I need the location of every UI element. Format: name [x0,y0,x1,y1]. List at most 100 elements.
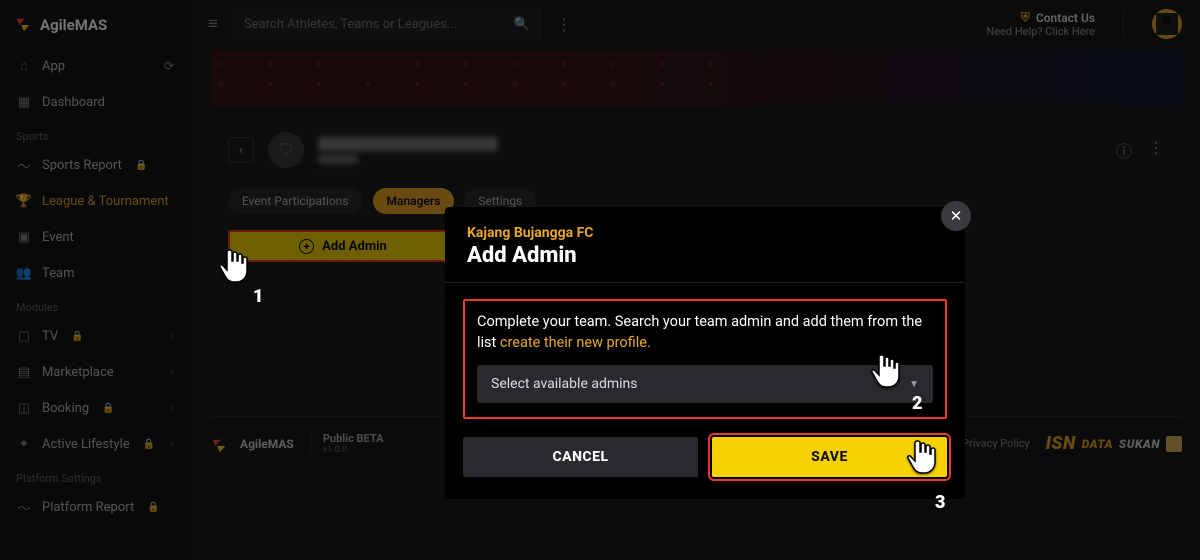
add-admin-button[interactable]: + Add Admin [228,230,458,262]
calendar-icon: ▣ [16,229,32,245]
add-admin-modal: ✕ Kajang Bujangga FC Add Admin Complete … [445,207,965,499]
contact-sub: Need Help? Click Here [986,25,1095,38]
sidebar-item-tv[interactable]: ▢ TV 🔒 › [0,318,190,354]
sidebar-item-active-lifestyle[interactable]: ✦ Active Lifestyle 🔒 › [0,426,190,462]
footer-brand: AgileMAS [240,437,294,451]
modal-title: Add Admin [467,243,943,268]
sidebar-item-booking[interactable]: ◫ Booking 🔒 › [0,390,190,426]
search-input[interactable]: Search Athletes, Teams or Leagues... 🔍 [232,8,542,40]
booking-icon: ◫ [16,400,32,416]
sidebar-item-dashboard[interactable]: ▦ Dashboard [0,84,190,120]
cancel-button[interactable]: CANCEL [463,437,698,477]
chart-icon: 〜 [16,157,32,173]
sidebar-item-label: Platform Report [42,500,134,515]
trophy-icon: 🏆 [16,193,32,209]
team-name-blurred [318,137,498,164]
sidebar-item-label: Event [42,230,74,245]
sidebar-item-league[interactable]: 🏆 League & Tournament [0,183,190,219]
sidebar-item-label: TV [42,329,58,344]
dashboard-icon: ▦ [16,94,32,110]
team-shield-icon: ⛉ [268,132,304,168]
ds-text-b: SUKAN [1119,437,1160,451]
tv-icon: ▢ [16,328,32,344]
sidebar-group-sports: Sports [0,120,190,147]
modal-body-highlight: Complete your team. Search your team adm… [463,299,947,419]
store-icon: ▤ [16,364,32,380]
step-label-2: 2 [912,393,922,414]
lock-icon: 🔒 [102,403,114,414]
lock-icon: 🔒 [143,439,155,450]
add-admin-label: Add Admin [322,239,387,254]
select-placeholder: Select available admins [491,376,638,392]
sidebar-item-platform-report[interactable]: 〜 Platform Report 🔒 [0,489,190,525]
sidebar-item-label: Team [42,266,75,281]
sidebar-item-marketplace[interactable]: ▤ Marketplace › [0,354,190,390]
footer-beta: Public BETA v1.0.0 [310,432,384,455]
modal-actions: CANCEL SAVE [445,419,965,477]
sidebar-group-platform: Platform Settings [0,462,190,489]
sidebar-item-label: App [42,59,65,74]
close-button[interactable]: ✕ [941,201,971,231]
run-icon: ✦ [16,436,32,452]
sidebar-item-team[interactable]: 👥 Team [0,255,190,291]
sidebar-item-app[interactable]: ⌂ App ⟳ [0,48,190,84]
save-button[interactable]: SAVE [712,437,947,477]
search-icon: 🔍 [514,17,530,32]
sidebar-item-label: Booking [42,401,89,416]
create-profile-link[interactable]: create their new profile. [500,334,651,351]
step-label-1: 1 [253,286,263,307]
datasukan-logo: ISN DATA SUKAN [1046,433,1182,454]
divider [1123,10,1124,38]
sidebar-item-label: Sports Report [42,158,122,173]
refresh-icon[interactable]: ⟳ [164,59,174,73]
footer-links: Privacy Policy [962,437,1030,450]
brand-logo-icon [14,16,32,34]
brand-logo-icon [210,437,224,451]
sidebar: AgileMAS ⌂ App ⟳ ▦ Dashboard Sports 〜 Sp… [0,0,190,560]
sidebar-item-event[interactable]: ▣ Event [0,219,190,255]
step-label-3: 3 [935,492,945,513]
card-header: ‹ ⛉ ⓘ ⋮ [228,132,1164,168]
lock-icon: 🔒 [71,331,83,342]
kebab-icon[interactable]: ⋮ [1148,138,1164,162]
modal-team-name: Kajang Bujangga FC [467,225,943,241]
contact-title: Contact Us [1036,11,1095,25]
shield-icon: ⛨ [1021,10,1030,25]
hero-banner [210,50,1182,106]
home-icon: ⌂ [16,58,32,74]
chevron-right-icon: › [171,402,174,415]
kebab-icon[interactable]: ⋮ [556,15,572,34]
beta-label: Public BETA [323,432,384,445]
chevron-right-icon: › [171,330,174,343]
search-placeholder: Search Athletes, Teams or Leagues... [244,17,457,32]
info-icon[interactable]: ⓘ [1116,138,1132,162]
privacy-link[interactable]: Privacy Policy [962,437,1030,450]
sidebar-item-label: Active Lifestyle [42,437,130,452]
lock-icon: 🔒 [135,160,147,171]
isn-text: ISN [1046,433,1076,454]
contact-us[interactable]: ⛨ Contact Us Need Help? Click Here [986,10,1095,38]
team-icon: 👥 [16,265,32,281]
avatar[interactable] [1152,9,1182,39]
report-icon: 〜 [16,499,32,515]
menu-icon[interactable]: ≡ [208,14,218,34]
ds-text-a: DATA [1082,437,1113,451]
admin-select[interactable]: Select available admins ▼ [477,365,933,403]
lock-icon: 🔒 [147,502,159,513]
tab-managers[interactable]: Managers [373,188,455,214]
chevron-right-icon: › [171,366,174,379]
tab-event-participations[interactable]: Event Participations [228,188,363,214]
sidebar-item-sports-report[interactable]: 〜 Sports Report 🔒 [0,147,190,183]
modal-description: Complete your team. Search your team adm… [477,311,933,353]
topbar: ≡ Search Athletes, Teams or Leagues... 🔍… [190,0,1200,48]
sidebar-item-label: League & Tournament [42,194,169,209]
plus-circle-icon: + [299,239,314,254]
crest-icon [1166,436,1182,452]
brand: AgileMAS [0,16,190,48]
sidebar-item-label: Dashboard [42,95,105,110]
back-button[interactable]: ‹ [228,137,254,163]
sidebar-group-modules: Modules [0,291,190,318]
chevron-right-icon: › [171,438,174,451]
chevron-down-icon: ▼ [909,379,919,390]
sidebar-item-label: Marketplace [42,365,114,380]
